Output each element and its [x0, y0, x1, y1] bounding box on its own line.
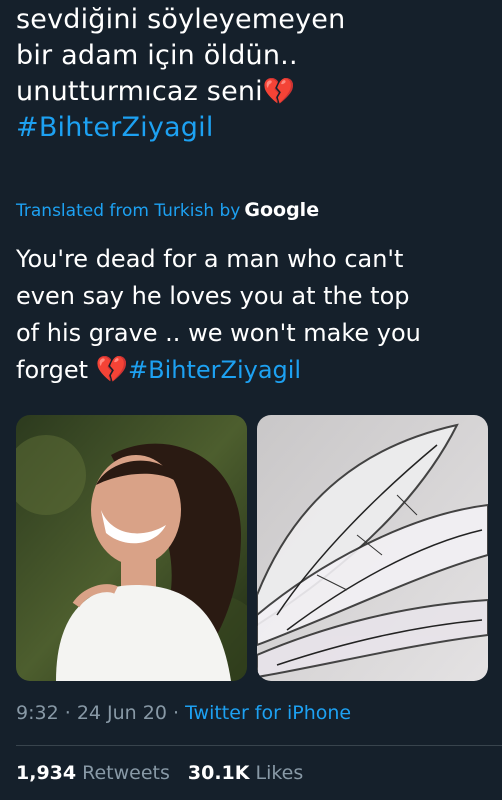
translation-line-4: forget 💔#BihterZiyagil	[16, 352, 488, 389]
meta-separator: ·	[172, 702, 180, 724]
translation-attribution: Translated from Turkish by Google	[16, 199, 319, 221]
broken-heart-icon: 💔	[262, 77, 296, 107]
translation-line-1: You're dead for a man who can't	[16, 245, 404, 273]
tweet-date: 24 Jun 20	[76, 702, 167, 724]
tweet-time: 9:32	[16, 702, 59, 724]
tweet-source-link[interactable]: Twitter for iPhone	[185, 702, 351, 724]
google-logo: Google	[244, 199, 320, 221]
likes-label: Likes	[255, 762, 304, 784]
tweet-original-text: sevdiğini söyleyemeyen bir adam için öld…	[16, 2, 488, 146]
original-line-1: sevdiğini söyleyemeyen	[16, 4, 346, 35]
original-line-2: bir adam için öldün..	[16, 40, 298, 71]
likes-count: 30.1K	[187, 762, 250, 784]
retweets-stat[interactable]: 1,934 Retweets	[16, 762, 170, 784]
tweet-media	[16, 415, 488, 681]
broken-heart-icon: 💔	[95, 355, 129, 385]
translation-line-3: of his grave .. we won't make you	[16, 319, 421, 347]
translation-hashtag-link[interactable]: #BihterZiyagil	[128, 356, 301, 384]
meta-separator: ·	[64, 702, 71, 724]
retweets-label: Retweets	[82, 762, 170, 784]
divider	[16, 745, 502, 746]
retweets-count: 1,934	[16, 762, 77, 784]
hashtag-link[interactable]: #BihterZiyagil	[16, 110, 488, 146]
likes-stat[interactable]: 30.1K Likes	[188, 762, 303, 784]
tweet-stats: 1,934 Retweets 30.1K Likes	[16, 762, 303, 784]
original-line-3-text: unutturmıcaz seni	[16, 76, 263, 107]
tweet-translation-text: You're dead for a man who can't even say…	[16, 241, 488, 389]
translation-line-4-text: forget	[16, 356, 88, 384]
original-line-3: unutturmıcaz seni💔	[16, 74, 488, 110]
tweet-meta: 9:32 · 24 Jun 20 · Twitter for iPhone	[16, 702, 351, 724]
translation-line-2: even say he loves you at the top	[16, 282, 410, 310]
translated-from-link[interactable]: Translated from Turkish by	[16, 201, 240, 221]
photo-woman-laughing[interactable]	[16, 415, 247, 681]
photo-fairy-wings[interactable]	[257, 415, 488, 681]
